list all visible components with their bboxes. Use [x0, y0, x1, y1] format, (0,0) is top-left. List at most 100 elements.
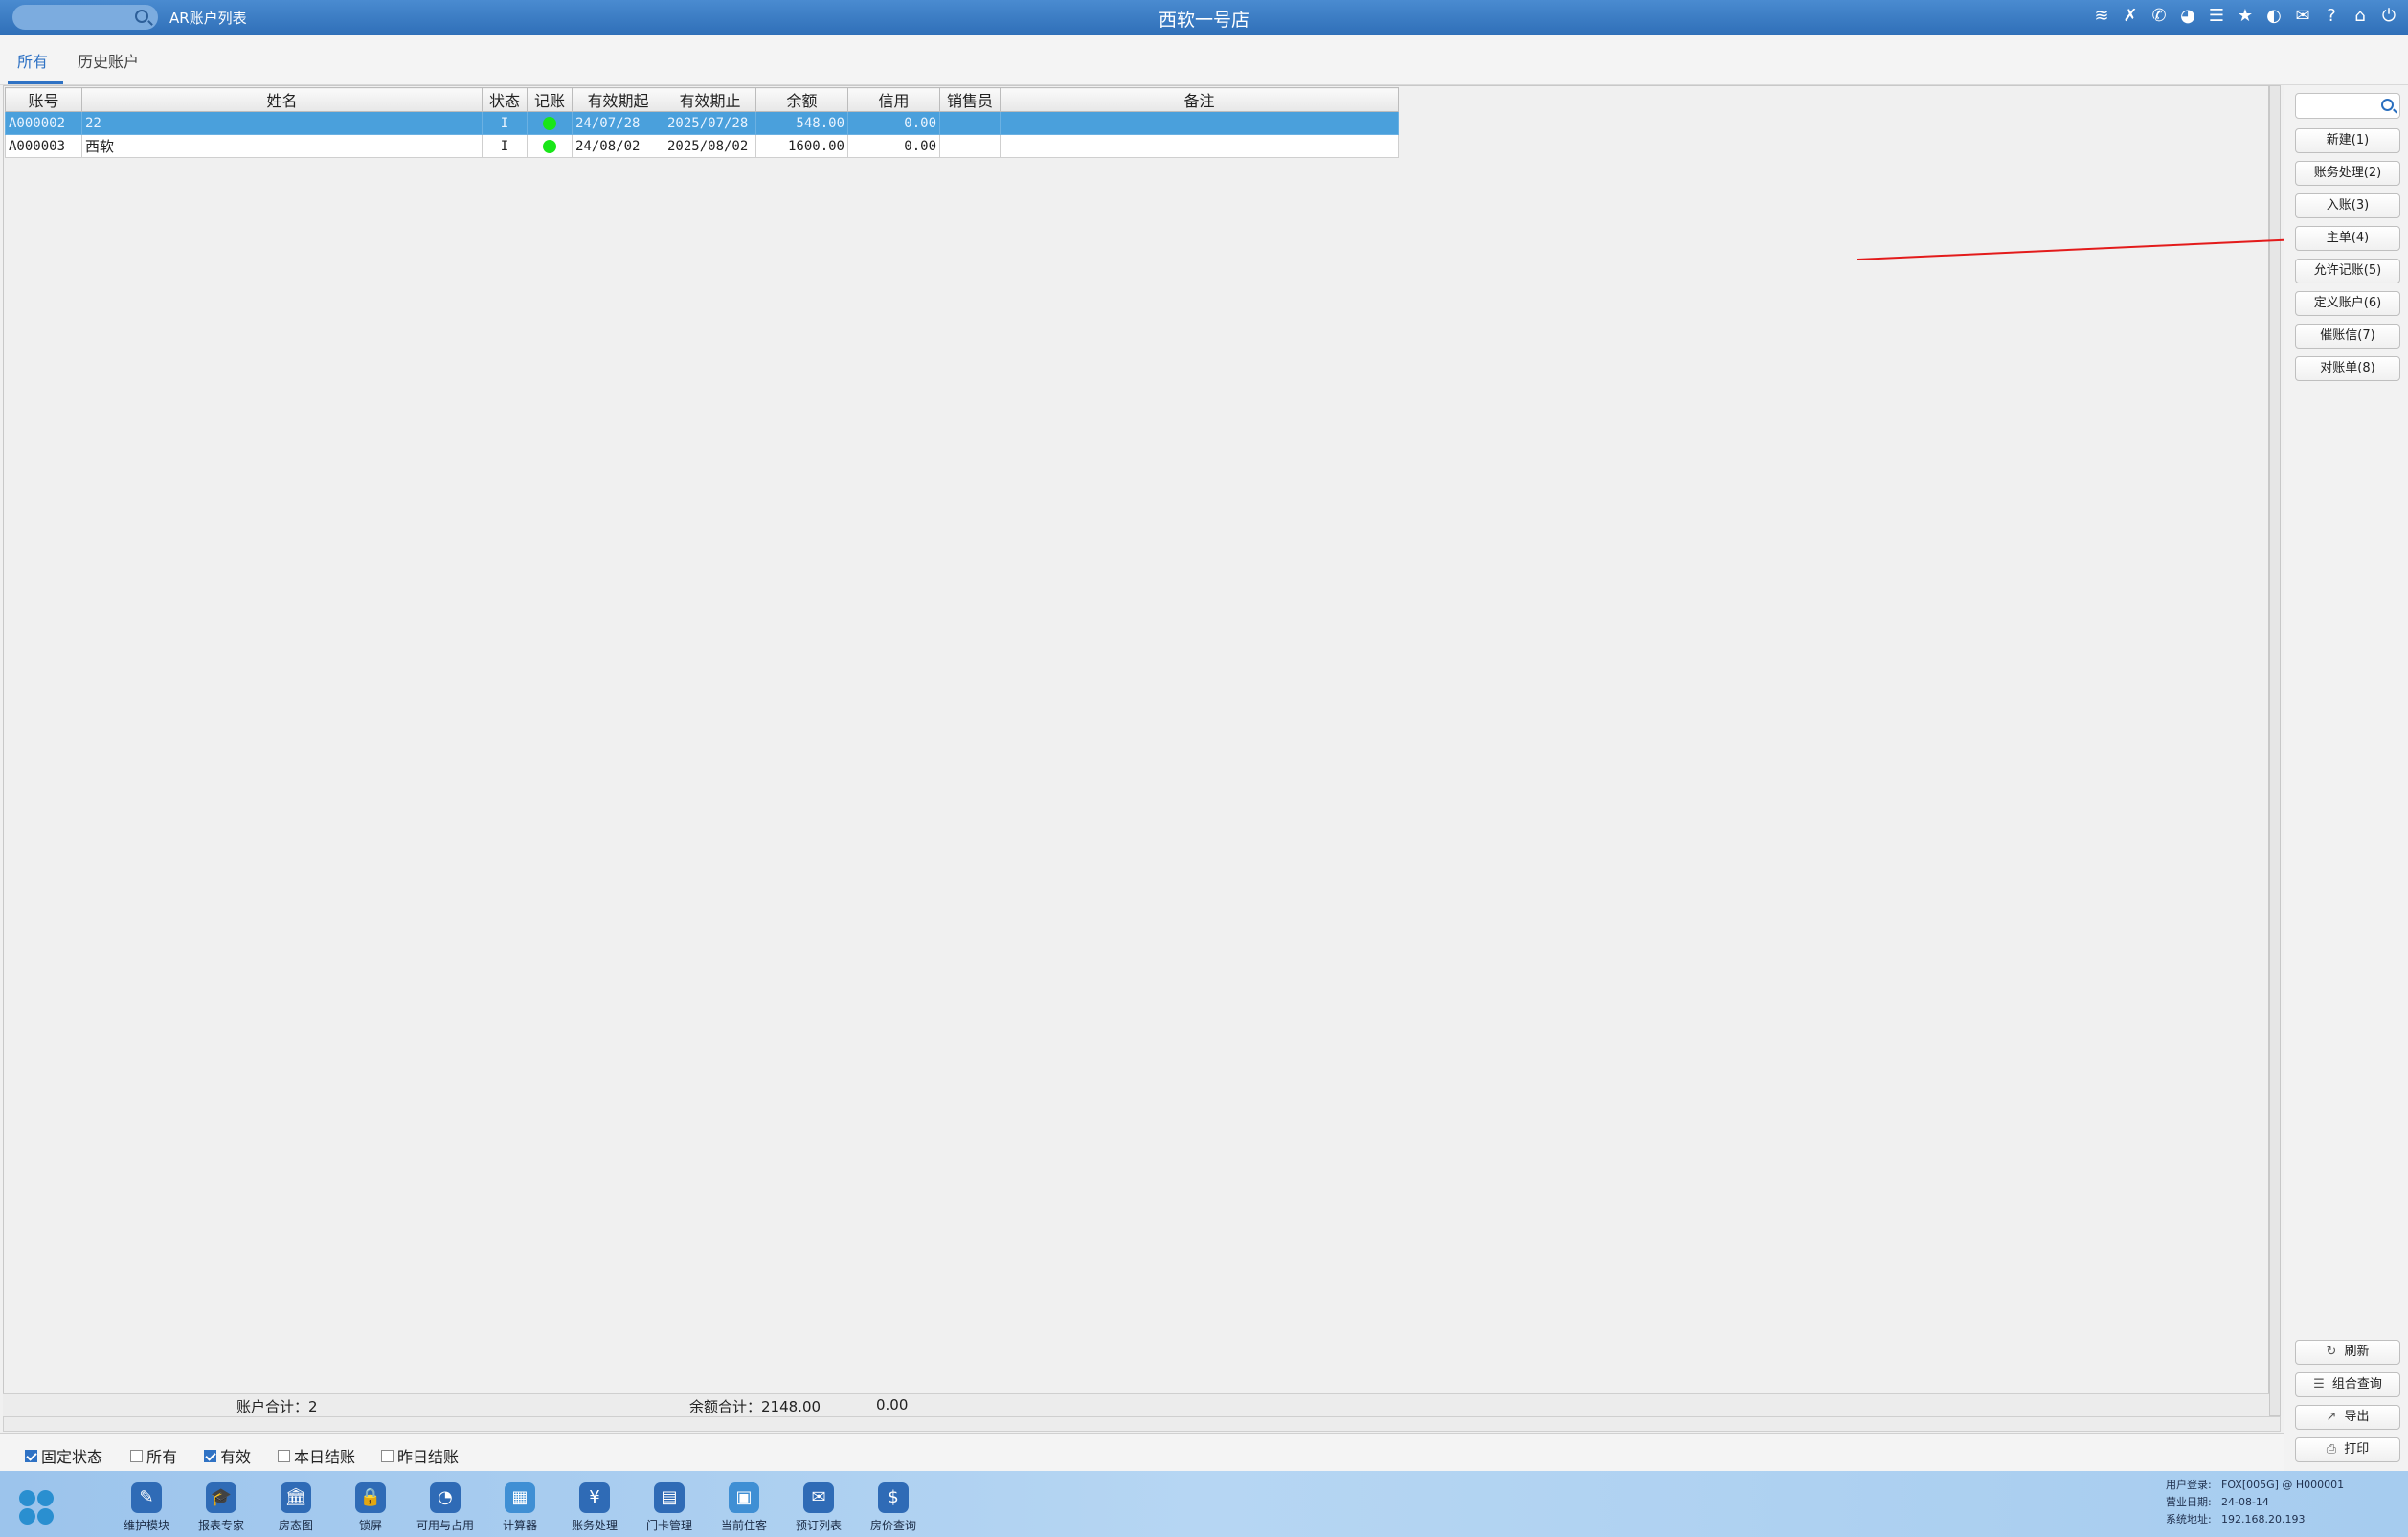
col-note[interactable]: 备注 — [1000, 87, 1399, 112]
tab-history[interactable]: 历史账户 — [78, 49, 139, 72]
dock-calculator[interactable]: ▦ 计算器 — [483, 1482, 557, 1533]
col-valid-from[interactable]: 有效期起 — [572, 87, 664, 112]
wrench-icon: ✎ — [131, 1482, 162, 1513]
palette-icon[interactable]: ◕ — [2178, 5, 2197, 28]
cell-salesperson — [939, 134, 1001, 158]
system-address-value: 192.168.20.193 — [2221, 1513, 2306, 1526]
define-account-button[interactable]: 定义账户(6) — [2295, 291, 2400, 316]
checkbox[interactable] — [381, 1449, 394, 1462]
tab-all[interactable]: 所有 — [17, 49, 48, 72]
titlebar-icons: ≋ ✗ ✆ ◕ ☰ ★ ◐ ✉ ? ⌂ ⏻ — [2092, 5, 2398, 28]
new-button[interactable]: 新建(1) — [2295, 128, 2400, 153]
checkbox[interactable] — [204, 1449, 216, 1462]
accounting-button[interactable]: 账务处理(2) — [2295, 161, 2400, 186]
export-button[interactable]: ↗ 导出 — [2295, 1405, 2400, 1430]
dock-label: 预订列表 — [795, 1519, 842, 1532]
mail-icon[interactable]: ✉ — [2293, 5, 2312, 28]
export-icon: ↗ — [2326, 1410, 2337, 1424]
vertical-scrollbar[interactable] — [2269, 85, 2281, 1416]
dock-lock-screen[interactable]: 🔒 锁屏 — [333, 1482, 408, 1533]
pie-chart-icon: ◔ — [430, 1482, 461, 1513]
print-button[interactable]: ⎙ 打印 — [2295, 1437, 2400, 1462]
summary-bar: 账户合计：2 余额合计：2148.00 0.00 — [3, 1393, 2269, 1416]
dock-rate-query[interactable]: $ 房价查询 — [856, 1482, 931, 1533]
filter-label: 有效 — [220, 1448, 252, 1466]
post-button[interactable]: 入账(3) — [2295, 193, 2400, 218]
dock-label: 门卡管理 — [645, 1519, 692, 1532]
bottom-dock: ✎ 维护模块 🎓 报表专家 🏛 房态图 🔒 锁屏 ◔ 可用与占用 ▦ 计算器 ¥ 账务处理 ▤… — [0, 1471, 2408, 1537]
checkbox[interactable] — [130, 1449, 143, 1462]
dock-current-guests[interactable]: ▣ 当前住客 — [707, 1482, 781, 1533]
account-table: 账号 姓名 状态 记账 有效期起 有效期止 余额 信用 销售员 备注 A0000… — [5, 87, 1399, 158]
account-total: 账户合计：2 — [236, 1398, 318, 1415]
search-icon[interactable] — [2381, 99, 2394, 111]
action-sidebar: 新建(1) 账务处理(2) 入账(3) 主单(4) 允许记账(5) 定义账户(6… — [2284, 85, 2408, 1471]
checkbox[interactable] — [25, 1449, 37, 1462]
dock-maintenance[interactable]: ✎ 维护模块 — [109, 1482, 184, 1533]
contrast-icon[interactable]: ◐ — [2264, 5, 2284, 28]
wifi-icon[interactable]: ≋ — [2092, 5, 2111, 28]
filter-all[interactable]: 所有 — [130, 1444, 177, 1467]
cell-balance: 548.00 — [755, 111, 848, 135]
dock-reservation-list[interactable]: ✉ 预订列表 — [781, 1482, 856, 1533]
dock-card-management[interactable]: ▤ 门卡管理 — [632, 1482, 707, 1533]
home-icon[interactable]: ⌂ — [2351, 5, 2370, 28]
col-credit[interactable]: 信用 — [847, 87, 940, 112]
dock-room-status[interactable]: 🏛 房态图 — [259, 1482, 333, 1533]
business-date-value: 24-08-14 — [2221, 1496, 2269, 1508]
combined-query-button[interactable]: ☰ 组合查询 — [2295, 1372, 2400, 1397]
dock-accounting[interactable]: ¥ 账务处理 — [557, 1482, 632, 1533]
table-row[interactable]: A000002 22 I 24/07/28 2025/07/28 548.00 … — [5, 111, 1399, 135]
filter-yesterday-checkout[interactable]: 昨日结账 — [381, 1444, 459, 1467]
col-name[interactable]: 姓名 — [81, 87, 483, 112]
filter-valid[interactable]: 有效 — [204, 1444, 251, 1467]
business-date-label: 营业日期: — [2166, 1496, 2212, 1508]
dock-label: 维护模块 — [123, 1519, 169, 1532]
cell-account: A000003 — [5, 134, 82, 158]
filter-label: 所有 — [146, 1448, 178, 1466]
cell-valid-from: 24/08/02 — [572, 134, 664, 158]
tools-icon[interactable]: ✗ — [2121, 5, 2140, 28]
card-icon: ▤ — [654, 1482, 685, 1513]
filter-fixed-status[interactable]: 固定状态 — [25, 1444, 102, 1467]
user-login-value: FOX[005G] @ H000001 — [2221, 1479, 2345, 1491]
dock-label: 计算器 — [502, 1519, 537, 1532]
cell-salesperson — [939, 111, 1001, 135]
refresh-button[interactable]: ↻ 刷新 — [2295, 1340, 2400, 1365]
cell-name: 西软 — [81, 134, 483, 158]
col-account[interactable]: 账号 — [5, 87, 82, 112]
filter-today-checkout[interactable]: 本日结账 — [278, 1444, 355, 1467]
allow-posting-button[interactable]: 允许记账(5) — [2295, 259, 2400, 283]
phone-icon[interactable]: ✆ — [2149, 5, 2169, 28]
filter-label: 昨日结账 — [397, 1448, 460, 1466]
building-icon: 🏛 — [281, 1482, 311, 1513]
star-icon[interactable]: ★ — [2236, 5, 2255, 28]
sidebar-search-input[interactable] — [2295, 93, 2400, 119]
col-status[interactable]: 状态 — [482, 87, 528, 112]
posting-status-dot — [543, 139, 556, 153]
dock-availability[interactable]: ◔ 可用与占用 — [408, 1482, 483, 1533]
col-balance[interactable]: 余额 — [755, 87, 848, 112]
col-posting[interactable]: 记账 — [527, 87, 573, 112]
help-icon[interactable]: ? — [2322, 5, 2341, 28]
menu-icon[interactable]: ☰ — [2207, 5, 2226, 28]
table-row[interactable]: A000003 西软 I 24/08/02 2025/08/02 1600.00… — [5, 134, 1399, 158]
combined-query-label: 组合查询 — [2331, 1377, 2382, 1391]
app-logo-icon[interactable] — [19, 1490, 56, 1526]
statement-button[interactable]: 对账单(8) — [2295, 356, 2400, 381]
system-address-label: 系统地址: — [2166, 1513, 2212, 1526]
cell-account: A000002 — [5, 111, 82, 135]
graduation-icon: 🎓 — [206, 1482, 236, 1513]
cell-posting — [527, 111, 573, 135]
power-icon[interactable]: ⏻ — [2379, 5, 2398, 28]
horizontal-scrollbar[interactable] — [3, 1416, 2281, 1432]
lock-icon: 🔒 — [355, 1482, 386, 1513]
dunning-letter-button[interactable]: 催账信(7) — [2295, 324, 2400, 349]
print-label: 打印 — [2344, 1442, 2370, 1457]
col-valid-to[interactable]: 有效期止 — [664, 87, 756, 112]
dock-report-expert[interactable]: 🎓 报表专家 — [184, 1482, 259, 1533]
col-salesperson[interactable]: 销售员 — [939, 87, 1001, 112]
checkbox[interactable] — [278, 1449, 290, 1462]
master-folio-button[interactable]: 主单(4) — [2295, 226, 2400, 251]
id-card-icon: ▣ — [729, 1482, 759, 1513]
